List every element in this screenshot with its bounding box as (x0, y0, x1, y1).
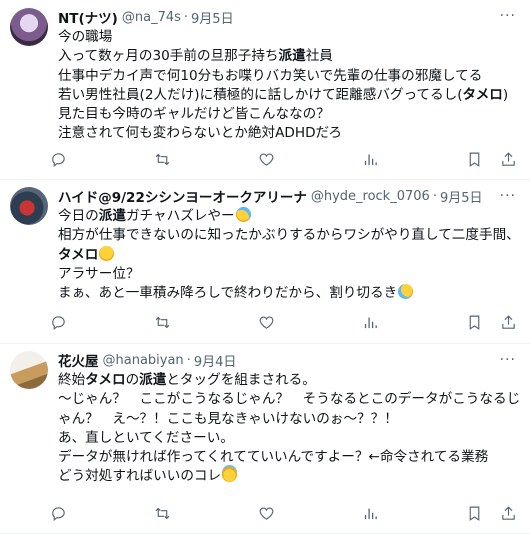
text-line: あ、直しといてくださーい。 (58, 429, 234, 446)
bookmark-icon[interactable] (464, 504, 484, 522)
retweet-icon[interactable] (152, 504, 172, 522)
tweet-text: 終始タメロの派遣とタッグを組まされる。 〜じゃん？ ここがこうなるじゃん？ そう… (58, 371, 520, 487)
share-icon[interactable] (498, 313, 518, 331)
retweet-icon[interactable] (152, 313, 172, 331)
text-line: どう対処すればいいのコレ (58, 467, 520, 486)
reply-icon[interactable] (48, 150, 68, 168)
display-name[interactable]: 花火屋 (58, 350, 99, 370)
text-line: 相方が仕事できないのに知ったかぶりするからワシがやり直して二度手間、 (58, 227, 520, 244)
tweet-actions (48, 504, 518, 522)
text-line: 今の職場 (58, 29, 113, 45)
tweet-header: ハイド@9/22シシンヨーオークアリーナ @hyde_rock_0706 · 9… (58, 186, 520, 207)
tweet[interactable]: 花火屋 @hanabiyan · 9月4日 終始タメロの派遣とタッグを組まされる… (0, 344, 530, 534)
secondary-actions (464, 150, 518, 168)
timestamp[interactable]: 9月5日 (191, 8, 234, 27)
user-handle[interactable]: @hyde_rock_0706 (311, 189, 430, 204)
tweet-header: NT(ナツ) @na_74s · 9月5日 (58, 7, 520, 28)
highlight-keyword: 派遣 (98, 208, 126, 224)
avatar[interactable] (10, 8, 48, 46)
bookmark-icon[interactable] (464, 150, 484, 168)
halo-face-icon (222, 467, 238, 483)
user-handle[interactable]: @hanabiyan (103, 353, 184, 368)
reply-icon[interactable] (48, 504, 68, 522)
tweet-text: 今の職場 入って数ヶ月の30手前の旦那子持ち派遣社員 仕事中デカイ声で何10分も… (58, 28, 520, 144)
text-line: 終始タメロの派遣とタッグを組まされる。 (58, 372, 316, 388)
avatar[interactable] (10, 187, 48, 225)
timeline-feed: NT(ナツ) @na_74s · 9月5日 今の職場 入って数ヶ月の30手前の旦… (0, 0, 530, 534)
heart-icon[interactable] (256, 150, 276, 168)
tweet[interactable]: ハイド@9/22シシンヨーオークアリーナ @hyde_rock_0706 · 9… (0, 180, 530, 344)
heart-icon[interactable] (256, 504, 276, 522)
text-line: 〜じゃん？ ここがこうなるじゃん？ そうなるとこのデータがこうなるじ (58, 391, 521, 408)
timestamp[interactable]: 9月4日 (194, 351, 237, 370)
more-options-icon[interactable]: ··· (500, 352, 516, 368)
woozy-face-icon (99, 245, 115, 261)
text-line: アラサー位？ (58, 265, 140, 282)
highlight-keyword: タメロ (58, 246, 99, 263)
text-line: 注意されて何も変わらないとか絶対ADHDだろ (58, 125, 342, 142)
text-line: まぁ、あと一車積み降ろしで終わりだから、割り切るき (58, 284, 520, 303)
highlight-keyword: 派遣 (278, 48, 306, 65)
views-icon[interactable] (360, 504, 380, 522)
text-line: ゃん？ え〜？！ここも見なきゃいけないのぉ〜？？！ (58, 410, 398, 427)
more-options-icon[interactable]: ··· (500, 8, 516, 24)
avatar[interactable] (10, 351, 48, 389)
text-line: 若い男性社員(2人だけ)に積極的に話しかけて距離感バグってるし(タメロ) (58, 86, 509, 103)
retweet-icon[interactable] (152, 150, 172, 168)
highlight-keyword: タメロ (85, 372, 126, 388)
tweet-actions (48, 313, 518, 331)
display-name[interactable]: NT(ナツ) (58, 7, 118, 27)
display-name[interactable]: ハイド@9/22シシンヨーオークアリーナ (58, 186, 307, 206)
tweet-actions (48, 150, 518, 168)
reply-icon[interactable] (48, 313, 68, 331)
user-handle[interactable]: @na_74s (122, 10, 181, 25)
views-icon[interactable] (360, 313, 380, 331)
tweet[interactable]: NT(ナツ) @na_74s · 9月5日 今の職場 入って数ヶ月の30手前の旦… (0, 0, 530, 180)
tweet-text: 今日の派遣ガチャハズレやー 相方が仕事できないのに知ったかぶりするからワシがやり… (58, 207, 520, 303)
text-line: データが無ければ作ってくれてていいんですよー？←命令されてる業務 (58, 449, 489, 466)
timestamp[interactable]: 9月5日 (440, 187, 483, 206)
text-line: 仕事中デカイ声で何10分もお喋りバカ笑いで先輩の仕事の邪魔してる (58, 67, 483, 84)
secondary-actions (464, 504, 518, 522)
text-line: 今日の派遣ガチャハズレやー (58, 207, 520, 226)
secondary-actions (464, 313, 518, 331)
text-line: 入って数ヶ月の30手前の旦那子持ち派遣社員 (58, 48, 333, 65)
bookmark-icon[interactable] (464, 313, 484, 331)
highlight-keyword: 派遣 (139, 372, 167, 388)
crying-face-icon (235, 207, 251, 222)
separator-dot: · (186, 352, 191, 368)
share-icon[interactable] (498, 150, 518, 168)
more-options-icon[interactable]: ··· (500, 188, 516, 204)
separator-dot: · (432, 188, 437, 204)
separator-dot: · (183, 9, 189, 25)
sweat-smile-icon (398, 284, 414, 300)
tweet-header: 花火屋 @hanabiyan · 9月4日 (58, 350, 520, 371)
highlight-keyword: タメロ (462, 86, 503, 103)
text-line: 見た目も今時のギャルだけど皆こんななの？ (58, 106, 330, 123)
text-line: タメロ (58, 245, 520, 265)
views-icon[interactable] (360, 150, 380, 168)
heart-icon[interactable] (256, 313, 276, 331)
share-icon[interactable] (498, 504, 518, 522)
